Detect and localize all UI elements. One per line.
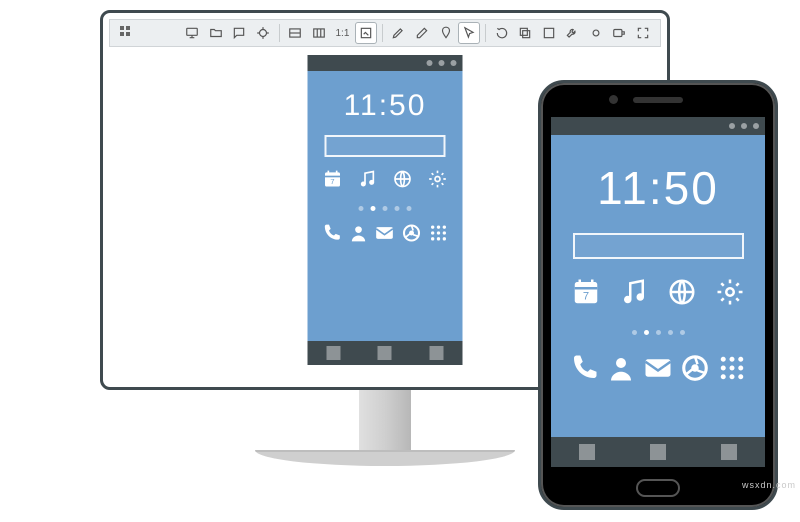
nav-recent-button[interactable] [721,444,737,460]
edit-icon[interactable] [355,22,377,44]
monitor-base [255,450,515,466]
pin-icon[interactable] [435,22,457,44]
app-row: 7 [323,169,447,194]
layers-icon[interactable] [514,22,536,44]
clock-widget[interactable]: 11:50 [597,161,719,215]
phone-screen: 11:50 7 [551,117,765,467]
phone-speaker [633,97,683,103]
settings-icon[interactable] [715,277,745,312]
rotate-icon[interactable] [491,22,513,44]
dock [569,353,748,388]
contacts-icon[interactable] [606,353,636,388]
calendar-icon[interactable]: 7 [323,169,343,194]
record-icon[interactable] [585,22,607,44]
phone-home-button[interactable] [636,479,680,497]
fullscreen-icon[interactable] [632,22,654,44]
watermark: wsxdn.com [742,480,796,490]
globe-icon[interactable] [392,169,412,194]
emulator-window: 11:50 7 [308,55,463,365]
expand-icon[interactable] [538,22,560,44]
mail-icon[interactable] [375,223,395,248]
panel-horizontal-icon[interactable] [285,22,307,44]
phone-icon[interactable] [322,223,342,248]
svg-text:7: 7 [331,177,335,186]
app-row: 7 [571,277,746,312]
grid-icon[interactable] [116,22,138,44]
svg-text:7: 7 [582,291,588,303]
circle-icon [753,123,759,129]
settings-icon[interactable] [427,169,447,194]
folder-icon[interactable] [205,22,227,44]
loop-icon[interactable] [608,22,630,44]
dock [322,223,449,248]
nav-recent-button[interactable] [430,346,444,360]
apps-icon[interactable] [717,353,747,388]
android-navbar [308,341,463,365]
panel-vertical-icon[interactable] [308,22,330,44]
wrench-icon[interactable] [561,22,583,44]
clock-widget[interactable]: 11:50 [344,89,427,123]
phone-icon[interactable] [569,353,599,388]
search-input[interactable] [573,233,744,259]
comment-icon[interactable] [229,22,251,44]
page-indicator[interactable] [359,206,412,211]
circle-icon [729,123,735,129]
eraser-icon[interactable] [411,22,433,44]
phone-camera [609,95,618,104]
android-navbar [551,437,765,467]
globe-icon[interactable] [667,277,697,312]
phone-home-screen: 11:50 7 [551,135,765,437]
nav-home-button[interactable] [650,444,666,460]
pointer-icon[interactable] [458,22,480,44]
circle-icon[interactable] [439,60,445,66]
physical-phone: 11:50 7 [538,80,778,510]
monitor-icon[interactable] [182,22,204,44]
emulator-titlebar[interactable] [308,55,463,71]
circle-icon[interactable] [427,60,433,66]
app-toolbar: 1:1 [109,19,661,47]
circle-icon[interactable] [451,60,457,66]
phone-statusbar [551,117,765,135]
music-icon[interactable] [619,277,649,312]
target-icon[interactable] [252,22,274,44]
apps-icon[interactable] [428,223,448,248]
calendar-icon[interactable]: 7 [571,277,601,312]
nav-back-button[interactable] [579,444,595,460]
monitor-stand [359,390,411,450]
contacts-icon[interactable] [348,223,368,248]
mail-icon[interactable] [643,353,673,388]
pencil-icon[interactable] [388,22,410,44]
nav-back-button[interactable] [326,346,340,360]
nav-home-button[interactable] [378,346,392,360]
circle-icon [741,123,747,129]
ratio-1-1-button[interactable]: 1:1 [332,22,354,44]
page-indicator[interactable] [632,330,685,335]
music-icon[interactable] [358,169,378,194]
emulator-home-screen: 11:50 7 [308,71,463,341]
search-input[interactable] [324,135,446,157]
browser-icon[interactable] [402,223,422,248]
browser-icon[interactable] [680,353,710,388]
